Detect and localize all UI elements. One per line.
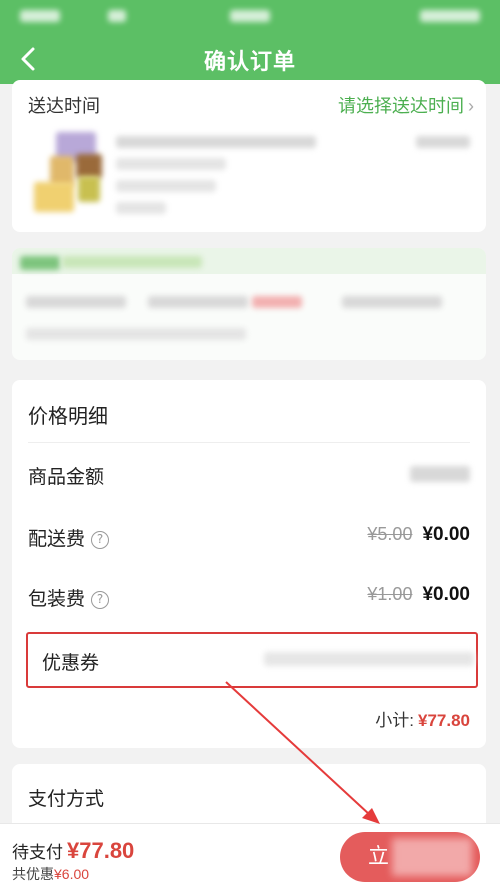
subtotal-value: ¥77.80	[418, 711, 470, 730]
status-bar-blur	[420, 10, 480, 22]
page-title: 确认订单	[203, 49, 296, 74]
delivery-fee-original: ¥5.00	[367, 524, 413, 544]
coupon-row[interactable]: 优惠券	[26, 632, 478, 688]
price-detail-card: 价格明细 商品金额 配送费? ¥5.00 ¥0.00 包装费? ¥1.00 ¥0.0…	[12, 380, 486, 748]
packaging-fee-values: ¥1.00 ¥0.00	[367, 584, 470, 606]
submit-order-button[interactable]: 立	[340, 832, 480, 882]
delivery-time-select[interactable]: 请选择送达时间 ›	[338, 92, 474, 118]
packaging-fee-label: 包装费?	[28, 584, 110, 611]
nav-bar: 确认订单	[0, 34, 500, 84]
promo-text-blurred	[148, 296, 248, 308]
amount-due-value: ¥77.80	[67, 838, 135, 863]
promo-card[interactable]	[12, 248, 486, 360]
packaging-fee-text: 包装费	[28, 589, 86, 610]
product-spec-blurred	[116, 202, 166, 214]
bottom-bar: 待支付 ¥77.80 共优惠¥6.00 立	[0, 823, 500, 889]
product-name-blurred	[116, 136, 316, 148]
status-bar-blur	[20, 10, 60, 22]
subtotal: 小计: ¥77.80	[375, 706, 470, 731]
thumb-pixel	[76, 154, 102, 178]
delivery-fee-amount: ¥0.00	[422, 524, 470, 545]
delivery-fee-text: 配送费	[28, 529, 86, 550]
payment-method-label: 支付方式	[28, 789, 105, 810]
coupon-label: 优惠券	[42, 653, 100, 674]
delivery-card: 送达时间 请选择送达时间 ›	[12, 80, 486, 232]
question-circle-icon[interactable]: ?	[91, 591, 110, 609]
promo-text-blurred	[26, 328, 246, 340]
promo-text-blurred	[62, 256, 202, 268]
price-detail-title: 价格明细	[28, 406, 108, 428]
packaging-fee-original: ¥1.00	[367, 584, 413, 604]
goods-amount-label: 商品金额	[28, 467, 105, 488]
total-discount: 共优惠¥6.00	[12, 864, 89, 884]
submit-label-blurred	[392, 838, 472, 876]
question-circle-icon[interactable]: ?	[91, 531, 110, 549]
amount-due: 待支付 ¥77.80	[12, 838, 134, 864]
submit-order-label: 立	[368, 845, 389, 868]
promo-tag-blurred	[20, 256, 60, 270]
total-discount-label: 共优惠	[12, 866, 54, 882]
delivery-fee-label: 配送费?	[28, 524, 110, 551]
status-bar-blur	[108, 10, 126, 22]
status-bar-blur	[230, 10, 270, 22]
goods-amount-blurred	[410, 466, 470, 482]
thumb-pixel	[78, 176, 100, 202]
divider	[28, 442, 470, 443]
product-price-blurred	[416, 136, 470, 148]
delivery-time-label: 送达时间	[28, 96, 100, 116]
subtotal-label: 小计:	[375, 711, 414, 730]
chevron-right-icon: ›	[468, 96, 474, 116]
product-thumbnail[interactable]	[32, 132, 117, 217]
delivery-fee-values: ¥5.00 ¥0.00	[367, 524, 470, 546]
status-bar	[0, 0, 500, 34]
product-spec-blurred	[116, 180, 216, 192]
promo-text-blurred	[342, 296, 442, 308]
total-discount-value: ¥6.00	[54, 866, 90, 882]
promo-text-blurred	[252, 296, 302, 308]
delivery-time-select-label: 请选择送达时间	[338, 96, 464, 116]
promo-text-blurred	[26, 296, 126, 308]
product-spec-blurred	[116, 158, 226, 170]
thumb-pixel	[34, 182, 74, 212]
coupon-value-blurred	[264, 652, 474, 666]
amount-due-label: 待支付	[12, 843, 63, 862]
packaging-fee-amount: ¥0.00	[422, 584, 470, 605]
